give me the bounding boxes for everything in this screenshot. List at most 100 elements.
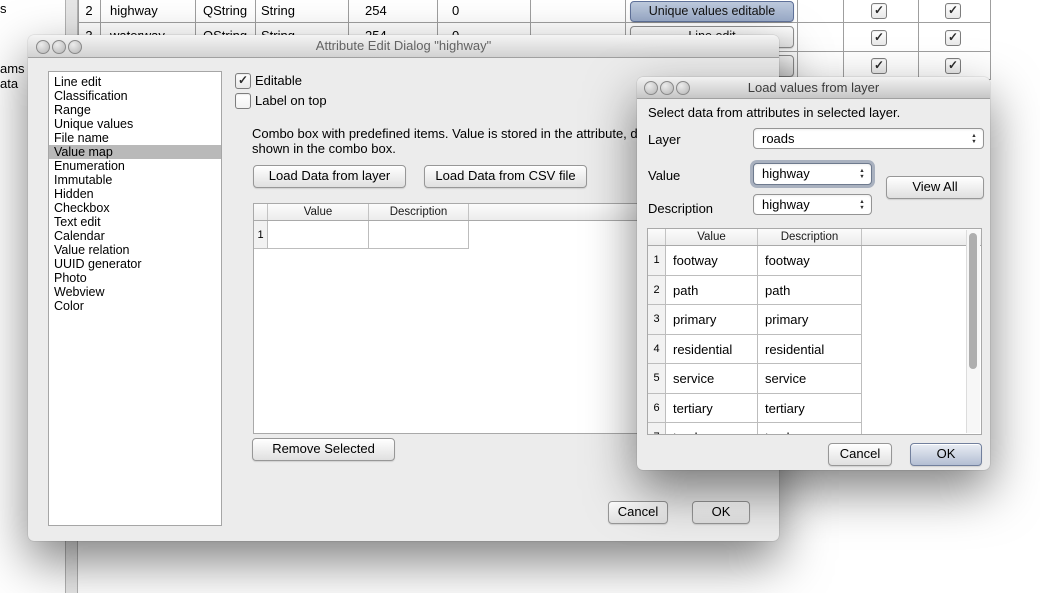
close-icon[interactable]	[644, 81, 658, 95]
value-dropdown[interactable]: highway ▲▼	[753, 163, 872, 185]
zoom-icon[interactable]	[676, 81, 690, 95]
value-cell[interactable]: track	[666, 423, 758, 435]
load-data-from-layer-button[interactable]: Load Data from layer	[253, 165, 406, 188]
check-icon: ✓	[948, 3, 958, 17]
description-cell[interactable]: footway	[758, 246, 862, 276]
row-filler	[862, 276, 981, 306]
cancel-button[interactable]: Cancel	[608, 501, 668, 524]
table-row[interactable]: 7 track track	[648, 423, 981, 435]
description-label: Description	[648, 201, 713, 216]
description-column-header[interactable]: Description	[369, 204, 469, 220]
checkbox-checked[interactable]: ✓	[945, 58, 961, 74]
field-typename: String	[261, 2, 295, 19]
widget-description-line1: Combo box with predefined items. Value i…	[252, 126, 638, 141]
value-dropdown-value: highway	[762, 166, 810, 181]
list-item-unique-values[interactable]: Unique values	[49, 117, 221, 131]
value-cell[interactable]	[268, 221, 369, 249]
description-cell[interactable]: path	[758, 276, 862, 306]
row-filler	[862, 364, 981, 394]
list-item-line-edit[interactable]: Line edit	[49, 75, 221, 89]
field-name[interactable]: highway	[110, 2, 158, 19]
table-row[interactable]: 6 tertiary tertiary	[648, 394, 981, 424]
load-data-from-csv-button[interactable]: Load Data from CSV file	[424, 165, 587, 188]
checkbox-checked[interactable]: ✓	[945, 3, 961, 19]
list-item-immutable[interactable]: Immutable	[49, 173, 221, 187]
checkbox-checked[interactable]: ✓	[945, 30, 961, 46]
list-item-enumeration[interactable]: Enumeration	[49, 159, 221, 173]
title-bar[interactable]: Load values from layer	[637, 77, 990, 99]
list-item-checkbox[interactable]: Checkbox	[49, 201, 221, 215]
description-column-header[interactable]: Description	[758, 229, 862, 245]
widget-type-list: Line edit Classification Range Unique va…	[48, 71, 222, 526]
ok-button[interactable]: OK	[692, 501, 750, 524]
checkbox-checked[interactable]: ✓	[871, 58, 887, 74]
description-cell[interactable]: tertiary	[758, 394, 862, 424]
row-number: 2	[78, 2, 100, 19]
description-cell[interactable]: service	[758, 364, 862, 394]
list-item-value-map[interactable]: Value map	[49, 145, 221, 159]
list-item-uuid-generator[interactable]: UUID generator	[49, 257, 221, 271]
list-item-webview[interactable]: Webview	[49, 285, 221, 299]
value-cell[interactable]: residential	[666, 335, 758, 365]
list-item-color[interactable]: Color	[49, 299, 221, 313]
description-dropdown[interactable]: highway ▲▼	[753, 194, 872, 215]
row-number: 5	[648, 364, 666, 394]
label-on-top-label: Label on top	[255, 93, 327, 108]
zoom-icon[interactable]	[68, 40, 82, 54]
minimize-icon[interactable]	[52, 40, 66, 54]
cancel-button[interactable]: Cancel	[828, 443, 892, 466]
list-item-text-edit[interactable]: Text edit	[49, 215, 221, 229]
remove-selected-button[interactable]: Remove Selected	[252, 438, 395, 461]
table-row[interactable]: 5 service service	[648, 364, 981, 394]
ok-button[interactable]: OK	[910, 443, 982, 466]
check-icon: ✓	[874, 3, 884, 17]
row-number: 2	[648, 276, 666, 306]
vertical-scrollbar[interactable]	[966, 230, 980, 433]
stepper-icon: ▲▼	[857, 199, 867, 211]
list-item-hidden[interactable]: Hidden	[49, 187, 221, 201]
scrollbar-thumb[interactable]	[969, 233, 977, 369]
grid-line	[78, 22, 990, 23]
checkbox-checked[interactable]: ✓	[871, 30, 887, 46]
value-cell[interactable]: tertiary	[666, 394, 758, 424]
value-column-header[interactable]: Value	[268, 204, 369, 220]
value-cell[interactable]: path	[666, 276, 758, 306]
stepper-icon: ▲▼	[969, 133, 979, 145]
editable-checkbox[interactable]: ✓	[235, 73, 251, 89]
view-all-button[interactable]: View All	[886, 176, 984, 199]
list-item-file-name[interactable]: File name	[49, 131, 221, 145]
instruction-text: Select data from attributes in selected …	[648, 105, 900, 120]
editable-label: Editable	[255, 73, 302, 88]
description-cell[interactable]	[369, 221, 469, 249]
value-column-header[interactable]: Value	[666, 229, 758, 245]
value-cell[interactable]: footway	[666, 246, 758, 276]
table-row[interactable]: 3 primary primary	[648, 305, 981, 335]
list-item-range[interactable]: Range	[49, 103, 221, 117]
list-item-calendar[interactable]: Calendar	[49, 229, 221, 243]
row-filler	[862, 335, 981, 365]
table-row[interactable]: 4 residential residential	[648, 335, 981, 365]
layer-dropdown[interactable]: roads ▲▼	[753, 128, 984, 149]
list-item-photo[interactable]: Photo	[49, 271, 221, 285]
description-cell[interactable]: residential	[758, 335, 862, 365]
minimize-icon[interactable]	[660, 81, 674, 95]
value-cell[interactable]: primary	[666, 305, 758, 335]
header-filler	[862, 229, 981, 245]
title-bar[interactable]: Attribute Edit Dialog "highway"	[28, 35, 779, 58]
edit-widget-button[interactable]: Unique values editable	[630, 1, 794, 22]
check-icon: ✓	[948, 30, 958, 44]
value-cell[interactable]: service	[666, 364, 758, 394]
description-cell[interactable]: primary	[758, 305, 862, 335]
table-row[interactable]: 1 footway footway	[648, 246, 981, 276]
check-icon: ✓	[874, 30, 884, 44]
list-item-value-relation[interactable]: Value relation	[49, 243, 221, 257]
checkbox-checked[interactable]: ✓	[871, 3, 887, 19]
layer-values-table: Value Description 1 footway footway 2 pa…	[647, 228, 982, 435]
description-cell[interactable]: track	[758, 423, 862, 435]
grid-line	[797, 0, 798, 80]
label-on-top-checkbox[interactable]	[235, 93, 251, 109]
table-row[interactable]: 2 path path	[648, 276, 981, 306]
row-filler	[862, 394, 981, 424]
list-item-classification[interactable]: Classification	[49, 89, 221, 103]
close-icon[interactable]	[36, 40, 50, 54]
